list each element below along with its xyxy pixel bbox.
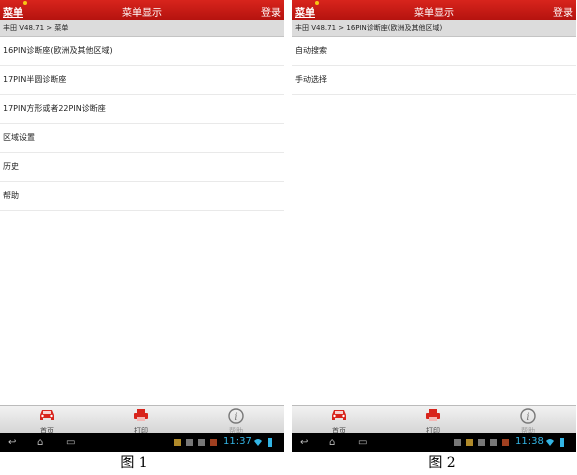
breadcrumb: 丰田 V48.71 > 16PIN诊断座(欧洲及其他区域)	[292, 20, 576, 37]
menu-item-16pin-europe[interactable]: 16PIN诊断座(欧洲及其他区域)	[0, 37, 284, 66]
android-system-bar: ↩ ⌂ ▭ 11:37	[0, 433, 284, 452]
home-icon[interactable]: ⌂	[37, 437, 43, 448]
bottom-tab-bar: 首页 打印 i 帮助	[292, 405, 576, 435]
page-title: 菜单显示	[122, 8, 162, 19]
tab-help[interactable]: i 帮助	[206, 406, 266, 435]
top-bar: 菜单 菜单显示 登录	[292, 0, 576, 20]
usb-icon	[186, 439, 193, 446]
car-icon	[40, 410, 54, 420]
recent-apps-icon[interactable]: ▭	[66, 437, 75, 448]
usb-icon	[478, 439, 485, 446]
status-clock: 11:38	[515, 436, 544, 447]
back-icon[interactable]: ↩	[8, 437, 16, 448]
breadcrumb-text: 丰田 V48.71 > 菜单	[3, 24, 69, 32]
figure-caption-2: 图 2	[428, 455, 456, 471]
screen-panel-1: 菜单 菜单显示 登录 丰田 V48.71 > 菜单 16PIN诊断座(欧洲及其他…	[0, 0, 284, 452]
page-title: 菜单显示	[414, 8, 454, 19]
printer-icon	[134, 409, 148, 421]
wifi-icon	[254, 439, 262, 446]
menu-item-17pin-round[interactable]: 17PIN半圆诊断座	[0, 66, 284, 95]
info-icon: i	[228, 408, 244, 424]
svg-text:i: i	[234, 412, 237, 423]
printer-icon	[426, 409, 440, 421]
recent-apps-icon[interactable]: ▭	[358, 437, 367, 448]
menu-item-help[interactable]: 帮助	[0, 182, 284, 211]
media-icon	[502, 439, 509, 446]
svg-text:i: i	[526, 412, 529, 423]
menu-item-17pin-square-22pin[interactable]: 17PIN方形或者22PIN诊断座	[0, 95, 284, 124]
download-icon	[198, 439, 205, 446]
menu-item-manual-select[interactable]: 手动选择	[292, 66, 576, 95]
login-button[interactable]: 登录	[553, 4, 573, 19]
app-notification-icon	[466, 439, 473, 446]
breadcrumb: 丰田 V48.71 > 菜单	[0, 20, 284, 37]
screen-panel-2: 菜单 菜单显示 登录 丰田 V48.71 > 16PIN诊断座(欧洲及其他区域)…	[292, 0, 576, 452]
screenshot-icon	[454, 439, 461, 446]
menu-item-history[interactable]: 历史	[0, 153, 284, 182]
battery-icon	[560, 438, 564, 447]
android-system-bar: ↩ ⌂ ▭ 11:38	[292, 433, 576, 452]
battery-icon	[268, 438, 272, 447]
tab-print[interactable]: 打印	[403, 406, 463, 435]
wifi-icon	[546, 439, 554, 446]
back-icon[interactable]: ↩	[300, 437, 308, 448]
tab-print[interactable]: 打印	[111, 406, 171, 435]
media-icon	[210, 439, 217, 446]
tab-home[interactable]: 首页	[309, 406, 369, 435]
home-icon[interactable]: ⌂	[329, 437, 335, 448]
breadcrumb-text: 丰田 V48.71 > 16PIN诊断座(欧洲及其他区域)	[295, 24, 443, 32]
status-clock: 11:37	[223, 436, 252, 447]
download-icon	[490, 439, 497, 446]
tab-home[interactable]: 首页	[17, 406, 77, 435]
tab-help[interactable]: i 帮助	[498, 406, 558, 435]
menu-item-auto-search[interactable]: 自动搜索	[292, 37, 576, 66]
app-notification-icon	[174, 439, 181, 446]
login-button[interactable]: 登录	[261, 4, 281, 19]
figure-caption-1: 图 1	[120, 455, 148, 471]
bottom-tab-bar: 首页 打印 i 帮助	[0, 405, 284, 435]
car-icon	[332, 410, 346, 420]
info-icon: i	[520, 408, 536, 424]
menu-item-region-settings[interactable]: 区域设置	[0, 124, 284, 153]
top-bar: 菜单 菜单显示 登录	[0, 0, 284, 20]
menu-list: 自动搜索 手动选择	[292, 37, 576, 95]
menu-list: 16PIN诊断座(欧洲及其他区域) 17PIN半圆诊断座 17PIN方形或者22…	[0, 37, 284, 211]
